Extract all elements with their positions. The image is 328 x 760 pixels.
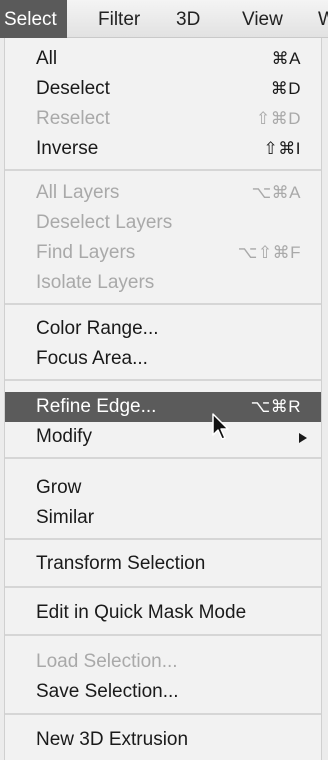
menu-item-label: Grow bbox=[36, 477, 82, 498]
menu-item-label: All bbox=[36, 48, 58, 69]
menu-item-focus-area[interactable]: Focus Area... bbox=[5, 344, 321, 374]
menu-item-all[interactable]: All ⌘A bbox=[5, 44, 321, 74]
menu-separator bbox=[5, 634, 321, 636]
mouse-pointer-icon bbox=[212, 413, 229, 440]
menu-separator bbox=[5, 303, 321, 305]
menu-item-shortcut: ⌥⌘A bbox=[251, 183, 301, 202]
menu-item-label: Edit in Quick Mask Mode bbox=[36, 602, 247, 623]
menu-item-load-selection: Load Selection... bbox=[5, 647, 321, 677]
menu-item-transform-selection[interactable]: Transform Selection bbox=[5, 549, 321, 579]
menu-item-label: Similar bbox=[36, 507, 95, 528]
menu-bar: Select Filter 3D View W bbox=[0, 0, 328, 38]
menu-separator bbox=[5, 379, 321, 381]
menu-separator bbox=[5, 538, 321, 540]
menu-item-label: Refine Edge... bbox=[36, 396, 157, 417]
menu-item-label: All Layers bbox=[36, 182, 120, 203]
submenu-arrow-icon bbox=[299, 433, 307, 443]
menu-item-similar[interactable]: Similar bbox=[5, 503, 321, 533]
menu-item-label: Modify bbox=[36, 426, 92, 447]
menu-item-quick-mask[interactable]: Edit in Quick Mask Mode bbox=[5, 598, 321, 628]
menu-item-save-selection[interactable]: Save Selection... bbox=[5, 677, 321, 707]
menu-item-shortcut: ⌥⇧⌘F bbox=[237, 243, 301, 262]
menu-item-label: Inverse bbox=[36, 138, 99, 159]
menubar-window[interactable]: W bbox=[318, 0, 328, 38]
menu-item-shortcut: ⌘D bbox=[270, 79, 301, 98]
menu-separator bbox=[5, 713, 321, 715]
menu-item-label: Load Selection... bbox=[36, 651, 178, 672]
menu-item-label: Color Range... bbox=[36, 318, 159, 339]
menubar-select[interactable]: Select bbox=[0, 0, 67, 38]
select-menu: All ⌘A Deselect ⌘D Reselect ⇧⌘D Inverse … bbox=[4, 38, 322, 760]
menu-item-label: Transform Selection bbox=[36, 553, 206, 574]
menu-item-label: Isolate Layers bbox=[36, 272, 155, 293]
menu-separator bbox=[5, 457, 321, 459]
menu-item-modify[interactable]: Modify bbox=[5, 422, 321, 452]
menubar-filter[interactable]: Filter bbox=[98, 0, 140, 38]
menu-item-inverse[interactable]: Inverse ⇧⌘I bbox=[5, 134, 321, 164]
menu-item-label: Deselect Layers bbox=[36, 212, 173, 233]
menu-item-label: Save Selection... bbox=[36, 681, 179, 702]
menu-item-color-range[interactable]: Color Range... bbox=[5, 314, 321, 344]
menubar-view[interactable]: View bbox=[242, 0, 283, 38]
menu-separator bbox=[5, 169, 321, 171]
menu-item-new-3d-extrusion[interactable]: New 3D Extrusion bbox=[5, 725, 321, 755]
menu-item-grow[interactable]: Grow bbox=[5, 473, 321, 503]
menu-item-find-layers: Find Layers ⌥⇧⌘F bbox=[5, 238, 321, 268]
menu-item-label: Reselect bbox=[36, 108, 110, 129]
menu-item-all-layers: All Layers ⌥⌘A bbox=[5, 178, 321, 208]
menu-item-shortcut: ⇧⌘D bbox=[255, 109, 301, 128]
menu-item-refine-edge[interactable]: Refine Edge... ⌥⌘R bbox=[5, 392, 321, 422]
menubar-3d[interactable]: 3D bbox=[176, 0, 200, 38]
menu-item-isolate-layers: Isolate Layers bbox=[5, 268, 321, 298]
menu-item-label: New 3D Extrusion bbox=[36, 729, 189, 750]
menu-item-reselect: Reselect ⇧⌘D bbox=[5, 104, 321, 134]
menu-item-shortcut: ⌥⌘R bbox=[250, 397, 301, 416]
menu-item-deselect-layers: Deselect Layers bbox=[5, 208, 321, 238]
menu-item-shortcut: ⇧⌘I bbox=[263, 139, 301, 158]
menu-item-label: Find Layers bbox=[36, 242, 136, 263]
menu-item-label: Deselect bbox=[36, 78, 110, 99]
menu-item-deselect[interactable]: Deselect ⌘D bbox=[5, 74, 321, 104]
menu-item-label: Focus Area... bbox=[36, 348, 148, 369]
menu-item-shortcut: ⌘A bbox=[271, 49, 301, 68]
menu-separator bbox=[5, 586, 321, 588]
